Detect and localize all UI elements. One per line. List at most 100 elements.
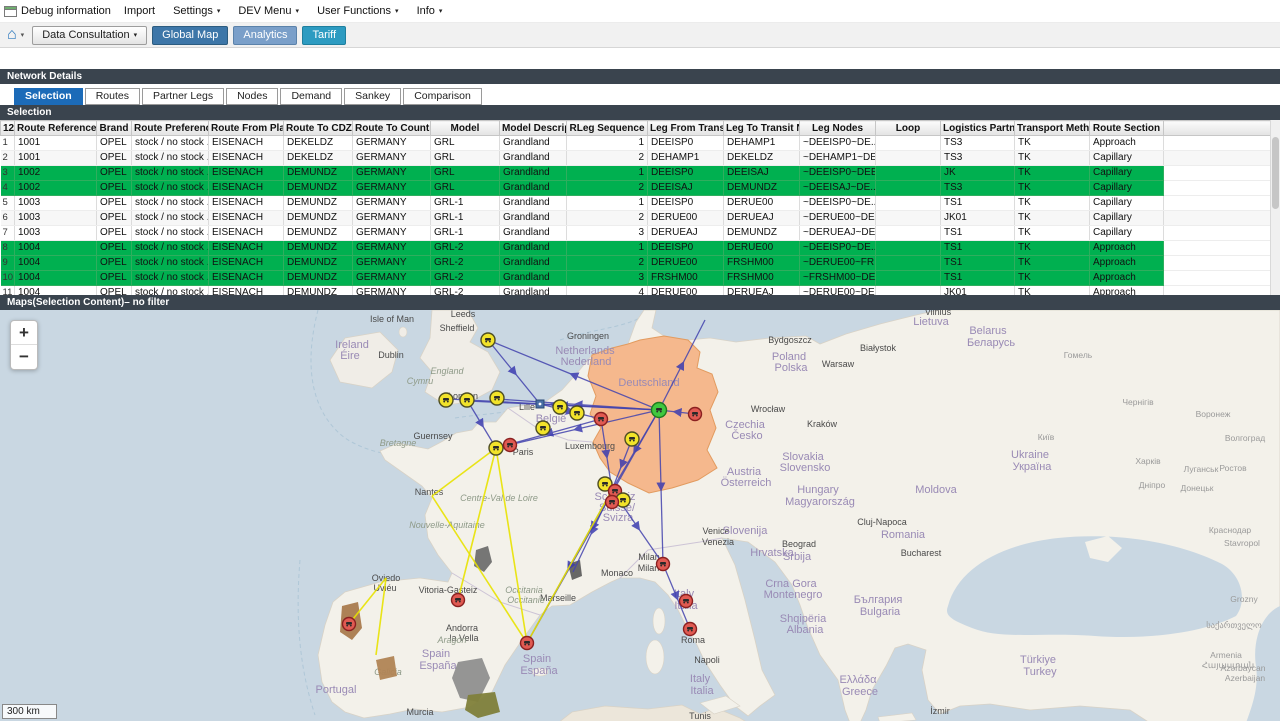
maps-bar: Maps(Selection Content)– no filter [0, 295, 1280, 310]
node-red-marker[interactable] [682, 621, 698, 637]
cell-filler [1163, 150, 1271, 166]
grid-scrollbar-thumb[interactable] [1272, 137, 1279, 209]
node-yellow-marker[interactable] [438, 392, 454, 408]
column-header-route-to-cdz[interactable]: Route To CDZ [283, 120, 353, 136]
table-row[interactable]: 1 1001 OPEL stock / no stock ... EISENACH DEK… [0, 135, 1271, 151]
column-header-route-preference[interactable]: Route Preference [131, 120, 209, 136]
menu-item-dev-menu[interactable]: DEV Menu ▾ [229, 5, 308, 17]
cell: Grandland [499, 180, 567, 196]
column-header-route-reference[interactable]: Route Reference [14, 120, 97, 136]
cell [875, 285, 941, 295]
cell: GERMANY [352, 255, 431, 271]
cell: 1004 [14, 285, 97, 295]
cell: TK [1014, 210, 1090, 226]
node-red-marker[interactable] [502, 437, 518, 453]
map-label: Marseille [540, 593, 576, 603]
row-number: 6 [0, 210, 15, 226]
cell: ~DERUE00~DE... [799, 285, 876, 295]
column-header-leg-to-transit-no[interactable]: Leg To Transit No [723, 120, 800, 136]
node-red-marker[interactable] [593, 411, 609, 427]
island-sardinia [645, 639, 665, 675]
toolbar: ⌂ ▾ Data Consultation ▾ Global Map Analytic… [0, 23, 1280, 48]
column-header-route-to-country[interactable]: Route To Country [352, 120, 431, 136]
cell: stock / no stock ... [131, 240, 209, 256]
tab-demand[interactable]: Demand [280, 88, 343, 105]
node-square-marker[interactable] [535, 399, 545, 409]
column-header-model[interactable]: Model [430, 120, 500, 136]
column-header-brand[interactable]: Brand [96, 120, 132, 136]
map-label: Луганськ [1184, 464, 1219, 474]
node-yellow-marker[interactable] [488, 440, 504, 456]
map-label: Vitoria-Gasteiz [419, 585, 478, 595]
tab-selection[interactable]: Selection [14, 88, 83, 105]
table-row[interactable]: 3 1002 OPEL stock / no stock ... EISENACH DEM… [0, 165, 1271, 181]
row-number: 11 [0, 285, 15, 295]
home-caret-down-icon[interactable]: ▾ [21, 32, 25, 39]
map[interactable]: Ireland Éire Isle of Man Leeds Sheffield Dubl… [0, 310, 1280, 721]
column-header-transport-method[interactable]: Transport Method [1014, 120, 1090, 136]
table-row[interactable]: 5 1003 OPEL stock / no stock ... EISENACH DEM… [0, 195, 1271, 211]
table-row[interactable]: 9 1004 OPEL stock / no stock ... EISENACH DEM… [0, 255, 1271, 271]
node-green-marker[interactable] [650, 401, 668, 419]
cell: TS3 [940, 150, 1015, 166]
table-row[interactable]: 11 1004 OPEL stock / no stock ... EISENACH DE… [0, 285, 1271, 295]
menu-item-import[interactable]: Import [120, 5, 164, 17]
tab-partner-legs[interactable]: Partner Legs [141, 88, 225, 105]
menu-item-debug-information[interactable]: Debug information [0, 5, 120, 17]
node-red-marker[interactable] [519, 635, 535, 651]
tab-routes[interactable]: Routes [84, 88, 140, 105]
menu-item-info[interactable]: Info ▾ [408, 5, 452, 17]
zoom-in-button[interactable]: + [11, 321, 37, 345]
cell [875, 270, 941, 286]
tariff-button[interactable]: Tariff [302, 25, 347, 45]
global-map-button[interactable]: Global Map [152, 25, 229, 45]
node-yellow-marker[interactable] [459, 392, 475, 408]
node-yellow-marker[interactable] [624, 431, 640, 447]
tab-nodes[interactable]: Nodes [226, 88, 279, 105]
cell: 1004 [14, 240, 97, 256]
node-red-marker[interactable] [341, 616, 357, 632]
menu-item-settings[interactable]: Settings ▾ [164, 5, 229, 17]
table-row[interactable]: 7 1003 OPEL stock / no stock ... EISENACH DEM… [0, 225, 1271, 241]
column-header-loop[interactable]: Loop [875, 120, 941, 136]
node-yellow-marker[interactable] [569, 405, 585, 421]
home-icon[interactable]: ⌂ [7, 27, 17, 43]
column-header-logistics-partner[interactable]: Logistics Partner [940, 120, 1015, 136]
node-red-marker[interactable] [687, 406, 703, 422]
tab-sankey[interactable]: Sankey [344, 88, 402, 105]
column-header-route-section[interactable]: Route Section [1089, 120, 1164, 136]
table-row[interactable]: 10 1004 OPEL stock / no stock ... EISENACH DE… [0, 270, 1271, 286]
data-consultation-button[interactable]: Data Consultation ▾ [32, 25, 148, 45]
cell: TS3 [940, 135, 1015, 151]
node-red-marker[interactable] [450, 592, 466, 608]
cell: TK [1014, 180, 1090, 196]
column-header-route-from-plant[interactable]: Route From Plant [208, 120, 284, 136]
table-row[interactable]: 4 1002 OPEL stock / no stock ... EISENACH DEM… [0, 180, 1271, 196]
column-header-leg-from-transit-n[interactable]: Leg From Transit N [647, 120, 724, 136]
map-label: Monaco [601, 568, 633, 578]
node-yellow-marker[interactable] [552, 399, 568, 415]
cell: GERMANY [352, 180, 431, 196]
column-header-leg-nodes[interactable]: Leg Nodes [799, 120, 876, 136]
table-row[interactable]: 6 1003 OPEL stock / no stock ... EISENACH DEM… [0, 210, 1271, 226]
column-header-model-description[interactable]: Model Description [499, 120, 567, 136]
table-row[interactable]: 8 1004 OPEL stock / no stock ... EISENACH DEM… [0, 240, 1271, 256]
node-red-marker[interactable] [604, 494, 620, 510]
cell: DERUE00 [723, 195, 800, 211]
node-yellow-marker[interactable] [489, 390, 505, 406]
node-red-marker[interactable] [655, 556, 671, 572]
table-row[interactable]: 2 1001 OPEL stock / no stock ... EISENACH DEK… [0, 150, 1271, 166]
cell: GERMANY [352, 270, 431, 286]
cell: GERMANY [352, 210, 431, 226]
analytics-button[interactable]: Analytics [233, 25, 298, 45]
node-yellow-marker[interactable] [535, 420, 551, 436]
grid-scrollbar[interactable] [1270, 120, 1280, 295]
column-header-rleg-sequence[interactable]: RLeg Sequence [566, 120, 648, 136]
zoom-out-button[interactable]: − [11, 345, 37, 369]
tab-comparison[interactable]: Comparison [403, 88, 482, 105]
node-yellow-marker[interactable] [480, 332, 496, 348]
cell: DEHAMP1 [723, 135, 800, 151]
menu-item-user-functions[interactable]: User Functions ▾ [308, 5, 408, 17]
node-red-marker[interactable] [678, 593, 694, 609]
map-label: Україна [1013, 461, 1053, 473]
